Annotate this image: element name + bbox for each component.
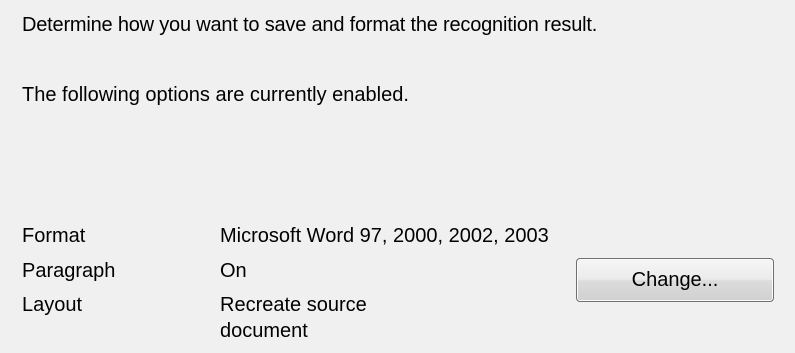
- paragraph-value: On: [220, 260, 247, 282]
- paragraph-label: Paragraph: [22, 260, 116, 282]
- format-label: Format: [22, 225, 86, 247]
- layout-value: Recreate source document: [220, 294, 367, 342]
- format-value: Microsoft Word 97, 2000, 2002, 2003: [220, 225, 549, 247]
- layout-label: Layout: [22, 294, 83, 316]
- change-button[interactable]: Change...: [576, 258, 774, 302]
- intro-text: Determine how you want to save and forma…: [22, 14, 598, 36]
- save-options-panel: Determine how you want to save and forma…: [0, 0, 795, 353]
- status-text: The following options are currently enab…: [22, 84, 409, 106]
